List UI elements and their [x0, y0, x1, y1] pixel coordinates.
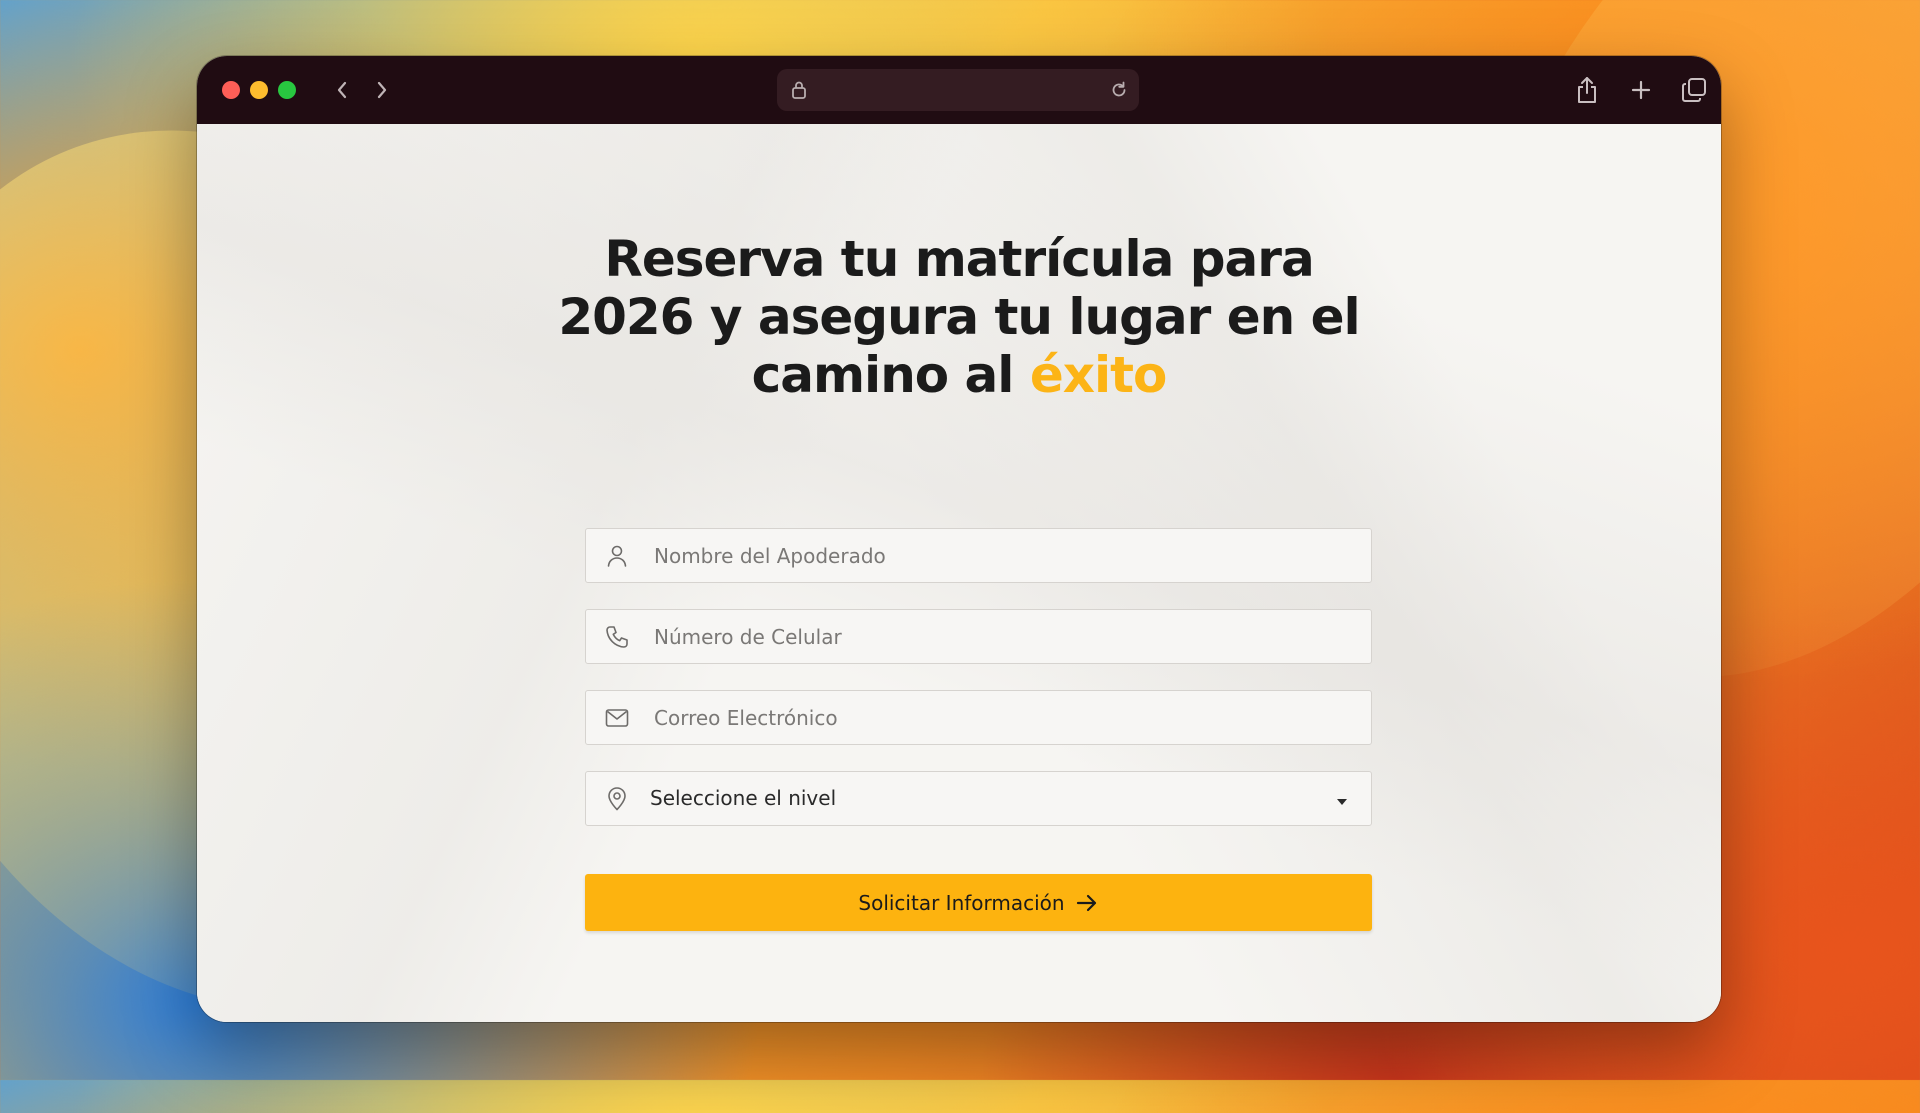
forward-button[interactable] [366, 74, 398, 106]
arrow-right-icon [1076, 894, 1096, 911]
tabs-overview-icon [1682, 78, 1706, 102]
lock-icon [791, 80, 807, 105]
level-select[interactable]: Seleccione el nivel [585, 771, 1372, 826]
phone-icon [604, 624, 630, 650]
email-input[interactable] [652, 691, 1336, 745]
caret-down-icon [1335, 794, 1349, 812]
page-headline: Reserva tu matrícula para 2026 y asegura… [537, 230, 1381, 404]
page-content: Reserva tu matrícula para 2026 y asegura… [197, 124, 1721, 1022]
tabs-overview-button[interactable] [1678, 74, 1710, 106]
reload-icon [1112, 81, 1126, 97]
address-bar[interactable] [777, 69, 1139, 111]
chevron-right-icon [377, 81, 387, 99]
zoom-window-button[interactable] [278, 81, 296, 99]
request-info-label: Solicitar Información [858, 890, 1065, 915]
chevron-left-icon [337, 81, 347, 99]
user-icon [604, 543, 630, 569]
browser-titlebar [197, 56, 1721, 124]
request-info-button[interactable]: Solicitar Información [585, 874, 1372, 931]
plus-icon [1631, 80, 1651, 100]
phone-field [585, 609, 1372, 664]
headline-accent: éxito [1029, 346, 1168, 404]
mail-icon [604, 705, 630, 731]
new-tab-button[interactable] [1625, 74, 1657, 106]
back-button[interactable] [326, 74, 358, 106]
close-window-button[interactable] [222, 81, 240, 99]
level-select-value: Seleccione el nivel [650, 786, 837, 810]
browser-window: Reserva tu matrícula para 2026 y asegura… [197, 56, 1721, 1022]
email-field [585, 690, 1372, 745]
headline-text: Reserva tu matrícula para 2026 y asegura… [558, 230, 1360, 404]
apoderado-name-field [585, 528, 1372, 583]
phone-input[interactable] [652, 610, 1336, 664]
reload-button[interactable] [1109, 80, 1129, 105]
location-pin-icon [604, 786, 630, 812]
share-button[interactable] [1571, 74, 1603, 106]
minimize-window-button[interactable] [250, 81, 268, 99]
share-icon [1578, 77, 1596, 103]
apoderado-name-input[interactable] [652, 529, 1336, 583]
